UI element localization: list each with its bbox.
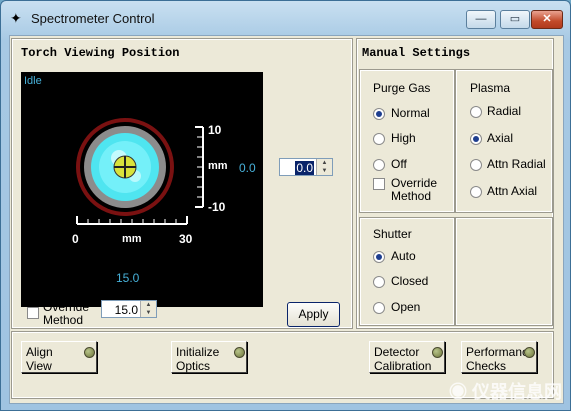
y-position-readout: 0.0 xyxy=(239,161,256,175)
x-position-readout: 15.0 xyxy=(116,271,140,285)
shutter-open-label[interactable]: Open xyxy=(391,300,420,314)
apply-button[interactable]: Apply xyxy=(287,302,340,327)
plasma-group: Plasma Radial Axial Attn Radial Attn Axi… xyxy=(455,69,553,213)
purge-high-label[interactable]: High xyxy=(391,131,416,145)
shutter-title: Shutter xyxy=(373,227,412,241)
watermark-text: 仪器信息网 xyxy=(472,382,562,402)
x-axis-min-label: 0 xyxy=(72,232,79,246)
align-view-button[interactable]: Align View xyxy=(21,341,97,373)
y-position-spinner[interactable]: 0.0 ▲ ▼ xyxy=(279,158,333,176)
shutter-auto-label[interactable]: Auto xyxy=(391,249,416,263)
align-view-label: Align View xyxy=(26,345,53,373)
x-spinner-value[interactable]: 15.0 xyxy=(115,303,138,317)
spectrometer-window: ✦ Spectrometer Control — ▭ ✕ Torch Viewi… xyxy=(0,0,571,411)
purge-gas-title: Purge Gas xyxy=(373,81,431,95)
manual-settings-panel: Manual Settings Purge Gas Normal High Of… xyxy=(356,38,554,329)
shutter-auto-radio[interactable] xyxy=(373,251,385,263)
purge-normal-radio[interactable] xyxy=(373,108,385,120)
torch-image xyxy=(76,118,204,225)
torch-viewing-panel: Torch Viewing Position Idle 10 mm -10 0.… xyxy=(11,38,353,329)
manual-settings-heading: Manual Settings xyxy=(362,46,471,60)
torch-heading: Torch Viewing Position xyxy=(21,46,180,60)
performance-checks-status-icon xyxy=(524,347,535,358)
minimize-button[interactable]: — xyxy=(466,10,496,29)
detector-calibration-status-icon xyxy=(432,347,443,358)
torch-override-checkbox[interactable] xyxy=(27,307,39,319)
initialize-optics-label: Initialize Optics xyxy=(176,345,220,373)
watermark-logo: ◉ 仪器信息网 xyxy=(448,382,562,402)
initialize-optics-button[interactable]: Initialize Optics xyxy=(171,341,247,373)
plasma-axial-radio[interactable] xyxy=(470,133,482,145)
empty-group xyxy=(455,217,553,326)
performance-checks-button[interactable]: Performance Checks xyxy=(461,341,537,373)
x-spinner-arrows-icon[interactable]: ▲ ▼ xyxy=(140,301,156,317)
plasma-attn-axial-label[interactable]: Attn Axial xyxy=(487,184,537,198)
y-axis-bottom-label: -10 xyxy=(208,200,226,214)
initialize-optics-status-icon xyxy=(234,347,245,358)
detector-calibration-button[interactable]: Detector Calibration xyxy=(369,341,445,373)
plasma-radial-label[interactable]: Radial xyxy=(487,104,521,118)
y-spinner-value[interactable]: 0.0 xyxy=(295,161,314,175)
shutter-closed-label[interactable]: Closed xyxy=(391,274,428,288)
torch-override-label: Override Method xyxy=(43,300,90,327)
purge-override-label: Override Method xyxy=(391,176,438,203)
purge-off-radio[interactable] xyxy=(373,159,385,171)
y-axis-unit: mm xyxy=(208,160,228,172)
detector-calibration-label: Detector Calibration xyxy=(374,345,432,373)
performance-checks-label: Performance Checks xyxy=(466,345,535,373)
plasma-axial-label[interactable]: Axial xyxy=(487,131,513,145)
x-axis-unit: mm xyxy=(122,233,142,245)
plasma-attn-radial-radio[interactable] xyxy=(470,159,482,171)
plasma-attn-radial-label[interactable]: Attn Radial xyxy=(487,157,546,171)
x-axis-max-label: 30 xyxy=(179,232,193,246)
shutter-group: Shutter Auto Closed Open xyxy=(359,217,455,326)
purge-gas-group: Purge Gas Normal High Off Override Metho… xyxy=(359,69,455,213)
y-axis-top-label: 10 xyxy=(208,123,222,137)
plasma-title: Plasma xyxy=(470,81,511,95)
title-bar[interactable]: ✦ Spectrometer Control — ▭ ✕ xyxy=(1,1,570,35)
align-view-status-icon xyxy=(84,347,95,358)
torch-view-display: Idle 10 mm -10 0.0 0 mm 30 15.0 xyxy=(21,72,263,307)
plasma-attn-axial-radio[interactable] xyxy=(470,186,482,198)
y-spinner-arrows-icon[interactable]: ▲ ▼ xyxy=(316,159,332,175)
maximize-button[interactable]: ▭ xyxy=(500,10,530,29)
purge-override-checkbox[interactable] xyxy=(373,178,385,190)
x-position-spinner[interactable]: 15.0 ▲ ▼ xyxy=(101,300,157,318)
shutter-open-radio[interactable] xyxy=(373,302,385,314)
purge-off-label[interactable]: Off xyxy=(391,157,407,171)
purge-normal-label[interactable]: Normal xyxy=(391,106,430,120)
window-title: Spectrometer Control xyxy=(31,11,155,26)
app-icon: ✦ xyxy=(10,10,22,26)
close-button[interactable]: ✕ xyxy=(531,10,563,29)
shutter-closed-radio[interactable] xyxy=(373,276,385,288)
client-area: Torch Viewing Position Idle 10 mm -10 0.… xyxy=(9,35,564,404)
plasma-radial-radio[interactable] xyxy=(470,106,482,118)
purge-high-radio[interactable] xyxy=(373,133,385,145)
